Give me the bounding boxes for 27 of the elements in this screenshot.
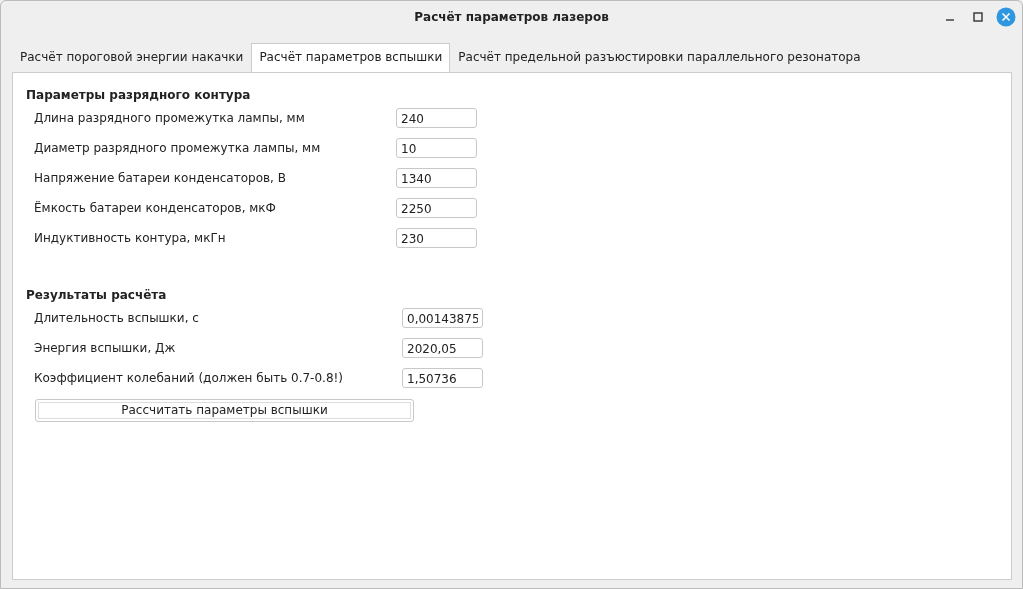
input-field[interactable]: 1,50736 — [402, 368, 483, 388]
field-label: Длительность вспышки, с — [33, 311, 199, 325]
tab[interactable]: Расчёт пороговой энергии накачки — [12, 43, 252, 73]
input-field[interactable]: 0,00143875 — [402, 308, 483, 328]
field-label: Диаметр разрядного промежутка лампы, мм — [33, 141, 321, 155]
close-button[interactable] — [996, 7, 1016, 27]
input-field[interactable]: 2250 — [396, 198, 477, 218]
input-field[interactable]: 10 — [396, 138, 477, 158]
tab[interactable]: Расчёт предельной разъюстировки параллельного резонатора — [450, 43, 869, 73]
tab[interactable]: Расчёт параметров вспышки — [251, 43, 451, 73]
field-label: Коэффициент колебаний (должен быть 0.7-0.8!) — [33, 371, 343, 385]
section-heading: Результаты расчёта — [26, 288, 167, 302]
input-field[interactable]: 240 — [396, 108, 477, 128]
section-heading: Параметры разрядного контура — [26, 88, 251, 102]
field-label: Длина разрядного промежутка лампы, мм — [33, 111, 305, 125]
input-field[interactable]: 2020,05 — [402, 338, 483, 358]
field-label: Напряжение батареи конденсаторов, В — [33, 171, 286, 185]
calculate-button[interactable]: Рассчитать параметры вспышки — [35, 399, 414, 422]
field-label: Индуктивность контура, мкГн — [33, 231, 226, 245]
input-field[interactable]: 1340 — [396, 168, 477, 188]
close-icon — [996, 7, 1016, 27]
minimize-icon — [946, 19, 954, 21]
window-title: Расчёт параметров лазеров — [414, 9, 609, 26]
field-label: Ёмкость батареи конденсаторов, мкФ — [33, 201, 276, 215]
field-label: Энергия вспышки, Дж — [33, 341, 176, 355]
input-field[interactable]: 230 — [396, 228, 477, 248]
maximize-icon — [973, 12, 983, 22]
